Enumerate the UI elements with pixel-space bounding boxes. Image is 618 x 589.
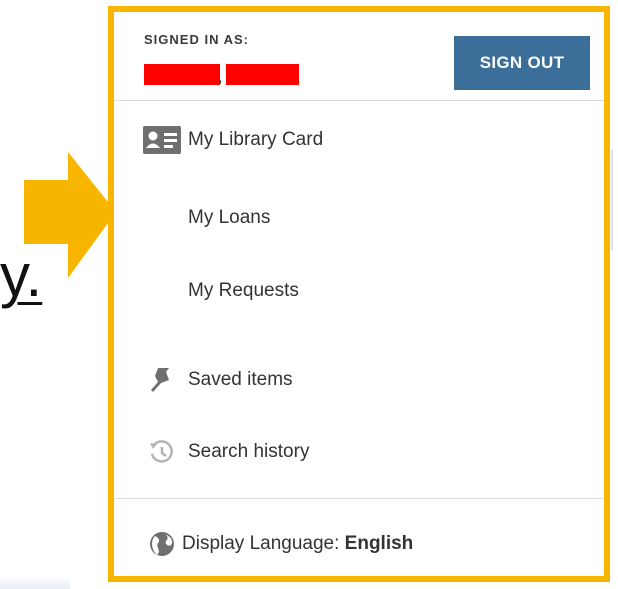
menu-item-label: My Library Card (188, 129, 324, 150)
user-menu-panel: SIGNED IN AS: , SIGN OUT My Library Card (108, 6, 610, 582)
background-right-edge (611, 150, 613, 250)
divider (114, 100, 604, 101)
signed-in-label: SIGNED IN AS: (144, 32, 249, 47)
display-language-label: Display Language: (182, 533, 345, 554)
pin-icon (142, 360, 182, 400)
name-separator: , (218, 69, 223, 86)
globe-icon (142, 524, 182, 564)
divider (114, 498, 604, 499)
menu-item-label: Saved items (188, 369, 293, 390)
display-language-value: English (344, 533, 414, 554)
redacted-last-name (226, 64, 299, 85)
menu-item-search-history[interactable]: Search history (114, 426, 604, 478)
display-language-text: Display Language: English (182, 533, 413, 555)
menu-item-saved-items[interactable]: Saved items (114, 354, 604, 406)
sign-out-button[interactable]: SIGN OUT (454, 36, 590, 90)
menu-item-loans[interactable]: My Loans (114, 192, 604, 244)
menu-item-label: Search history (188, 441, 310, 462)
menu-item-requests[interactable]: My Requests (114, 265, 604, 317)
menu-item-label: My Requests (188, 280, 299, 301)
history-icon (142, 432, 182, 472)
background-edge (0, 575, 70, 589)
display-language-selector[interactable]: Display Language: English (114, 518, 604, 570)
arrow-right-icon (24, 152, 116, 278)
menu-item-label: My Loans (188, 207, 271, 228)
redacted-first-name (144, 64, 220, 85)
library-card-icon (142, 120, 182, 160)
screen: y. SIGNED IN AS: , SIGN OUT My Library C… (0, 0, 618, 589)
menu-item-library-card[interactable]: My Library Card (114, 114, 604, 166)
